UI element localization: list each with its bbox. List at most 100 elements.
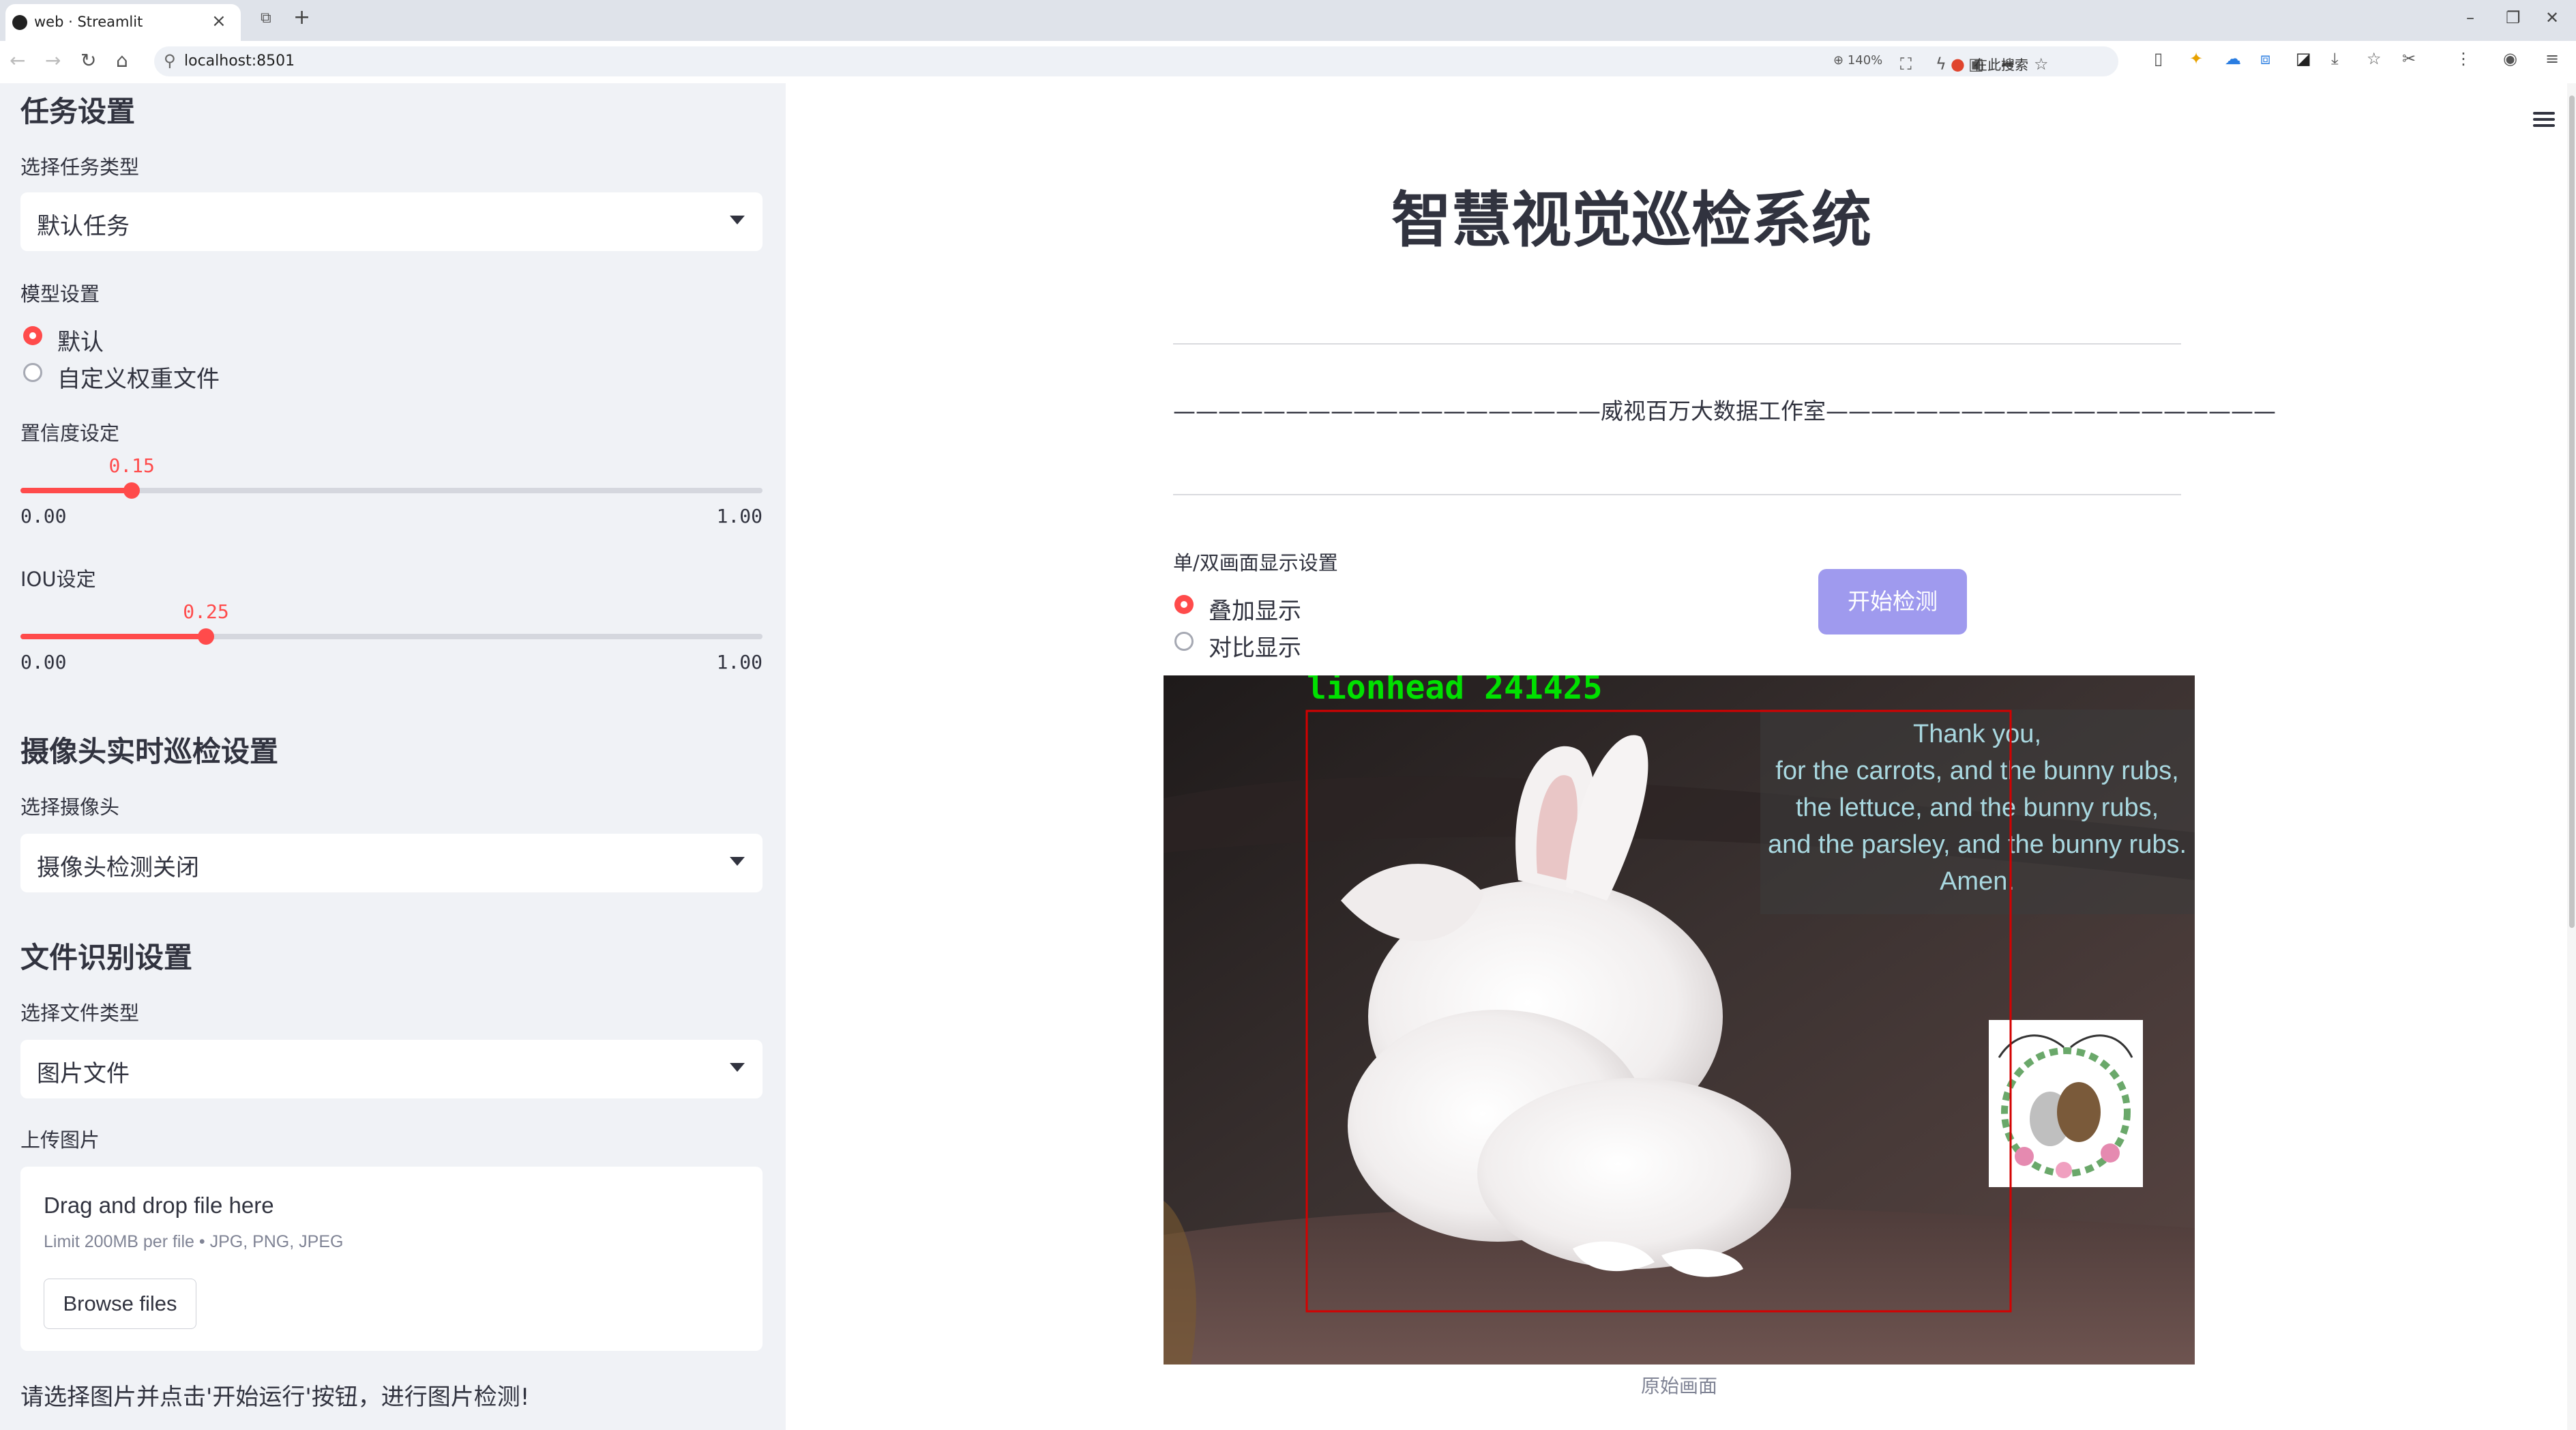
- camera-select[interactable]: 摄像头检测关闭: [20, 834, 763, 892]
- slider-track[interactable]: [20, 634, 763, 639]
- reload-icon[interactable]: ↻: [80, 49, 96, 72]
- display-option-label: 对比显示: [1209, 634, 1301, 662]
- camera-label: 选择摄像头: [20, 796, 120, 819]
- window-close-icon[interactable]: ✕: [2545, 8, 2559, 27]
- tab-group-icon[interactable]: ⧉: [261, 10, 271, 27]
- hamburger-menu-icon[interactable]: [2533, 112, 2555, 127]
- slider-thumb[interactable]: [198, 628, 214, 645]
- translate-tool-icon[interactable]: ⧈: [2260, 49, 2270, 68]
- confidence-label: 置信度设定: [20, 422, 120, 445]
- browser-menu-icon[interactable]: ≡: [2545, 49, 2559, 68]
- file-type-label: 选择文件类型: [20, 1002, 140, 1025]
- model-section-label: 模型设置: [20, 282, 100, 306]
- browse-files-button[interactable]: Browse files: [44, 1279, 196, 1329]
- overlay-text-line: and the parsley, and the bunny rubs.: [1768, 830, 2187, 859]
- file-type-select[interactable]: 图片文件: [20, 1040, 763, 1098]
- page-title: 智慧视觉巡检系统: [1391, 185, 1871, 255]
- start-detection-button[interactable]: 开始检测: [1818, 569, 1967, 634]
- detection-label: lionhead 241425: [1307, 675, 1602, 707]
- radio-unselected-icon[interactable]: [23, 363, 42, 382]
- radio-unselected-icon[interactable]: [1174, 632, 1194, 651]
- ai-assistant-icon[interactable]: ✦: [2189, 49, 2203, 68]
- scrollbar[interactable]: [2567, 83, 2576, 1430]
- slider-thumb[interactable]: [123, 482, 140, 499]
- uploader-limit: Limit 200MB per file • JPG, PNG, JPEG: [44, 1232, 344, 1251]
- iou-slider[interactable]: 0.25 0.00 1.00: [20, 600, 763, 682]
- camera-value: 摄像头检测关闭: [37, 854, 199, 881]
- slider-fill: [20, 488, 132, 493]
- task-type-select[interactable]: 默认任务: [20, 192, 763, 251]
- minimize-icon[interactable]: –: [2466, 8, 2474, 27]
- download-icon[interactable]: ⤓: [2331, 49, 2339, 68]
- radio-selected-icon[interactable]: [1174, 595, 1194, 614]
- new-tab-icon[interactable]: +: [293, 5, 310, 29]
- overlay-text-line: Amen.: [1940, 867, 2015, 896]
- search-placeholder: 在此搜索: [1974, 57, 2028, 73]
- zoom-level[interactable]: ⊕ 140%: [1833, 53, 1882, 68]
- display-mode-label: 单/双画面显示设置: [1173, 551, 1338, 574]
- screenshot-icon[interactable]: ✂: [2402, 49, 2416, 68]
- phone-icon[interactable]: ▯: [2154, 49, 2163, 68]
- profile-avatar-icon[interactable]: ◉: [2503, 49, 2517, 68]
- overlay-text-line: the lettuce, and the bunny rubs,: [1796, 793, 2159, 822]
- divider-top: [1173, 343, 2181, 345]
- back-icon[interactable]: ←: [10, 49, 25, 72]
- model-option-label: 默认: [57, 329, 104, 356]
- divider-bottom: [1173, 494, 2181, 495]
- forward-icon[interactable]: →: [45, 49, 61, 72]
- slider-max: 1.00: [716, 651, 763, 673]
- detection-image-svg: Thank you, for the carrots, and the bunny…: [1164, 669, 2195, 1365]
- slider-min: 0.00: [20, 505, 67, 527]
- sidebar: 任务设置 选择任务类型 默认任务 模型设置 默认 自定义权重文件 置信度设定 0…: [0, 83, 786, 1430]
- task-type-label: 选择任务类型: [20, 156, 140, 179]
- confidence-slider[interactable]: 0.15 0.00 1.00: [20, 454, 763, 536]
- slider-fill: [20, 634, 206, 639]
- restore-icon[interactable]: ❐: [2506, 8, 2521, 27]
- cloud-icon[interactable]: ☁: [2225, 49, 2241, 68]
- url-text: localhost:8501: [184, 53, 295, 70]
- file-section-title: 文件识别设置: [20, 941, 193, 974]
- url-field[interactable]: ⚲ localhost:8501 ⊕ 140% ⛶ ϟ ▣ ➦ ☆: [154, 46, 2118, 76]
- tab-close-icon[interactable]: ×: [211, 11, 226, 31]
- detection-result-image: Thank you, for the carrots, and the bunny…: [1164, 669, 2195, 1365]
- more-icon[interactable]: ⋮: [2455, 49, 2472, 68]
- file-uploader-dropzone[interactable]: Drag and drop file here Limit 200MB per …: [20, 1167, 763, 1351]
- uploader-title: Drag and drop file here: [44, 1193, 274, 1218]
- chevron-down-icon: [730, 216, 745, 224]
- upload-label: 上传图片: [20, 1128, 100, 1152]
- search-engine-icon: ●: [1951, 55, 1965, 74]
- chevron-down-icon: [730, 857, 745, 866]
- slider-max: 1.00: [716, 505, 763, 527]
- upload-hint: 请选择图片并点击'开始运行'按钮，进行图片检测!: [20, 1384, 530, 1411]
- browser-tab[interactable]: web · Streamlit ×: [5, 4, 241, 41]
- favorites-icon[interactable]: ☆: [2367, 49, 2382, 68]
- display-option-label: 叠加显示: [1209, 598, 1301, 625]
- main-content: 智慧视觉巡检系统 ———————————————————威视百万大数据工作室——…: [786, 83, 2576, 1430]
- browser-search-box[interactable]: ● 在此搜索: [1937, 46, 2142, 76]
- confidence-value: 0.15: [108, 454, 155, 477]
- task-type-value: 默认任务: [37, 213, 130, 240]
- file-type-value: 图片文件: [37, 1060, 130, 1088]
- overlay-text-line: Thank you,: [1913, 720, 2041, 748]
- slider-min: 0.00: [20, 651, 67, 673]
- camera-section-title: 摄像头实时巡检设置: [20, 735, 279, 768]
- search-icon: ⚲: [164, 51, 176, 70]
- tab-title: web · Streamlit: [34, 14, 143, 30]
- streamlit-favicon-icon: [12, 15, 27, 30]
- capture-icon[interactable]: ◪: [2296, 49, 2311, 68]
- iou-value: 0.25: [183, 600, 229, 623]
- chevron-down-icon: [730, 1063, 745, 1072]
- iou-label: IOU设定: [20, 568, 96, 591]
- model-option-label: 自定义权重文件: [57, 366, 220, 393]
- home-icon[interactable]: ⌂: [116, 49, 128, 72]
- browser-tab-bar: web · Streamlit × ⧉ + – ❐ ✕: [0, 0, 2576, 41]
- zoom-value: 140%: [1847, 53, 1883, 68]
- image-caption: 原始画面: [1640, 1375, 1717, 1397]
- translate-icon[interactable]: ⛶: [1900, 55, 1912, 74]
- scrollbar-thumb[interactable]: [2569, 96, 2575, 928]
- overlay-text-line: for the carrots, and the bunny rubs,: [1775, 757, 2178, 785]
- studio-line: ———————————————————威视百万大数据工作室———————————…: [1173, 398, 2276, 424]
- task-section-title: 任务设置: [20, 95, 136, 128]
- radio-selected-icon[interactable]: [23, 326, 42, 345]
- address-bar-row: ← → ↻ ⌂ ⚲ localhost:8501 ⊕ 140% ⛶ ϟ ▣ ➦ …: [0, 41, 2576, 84]
